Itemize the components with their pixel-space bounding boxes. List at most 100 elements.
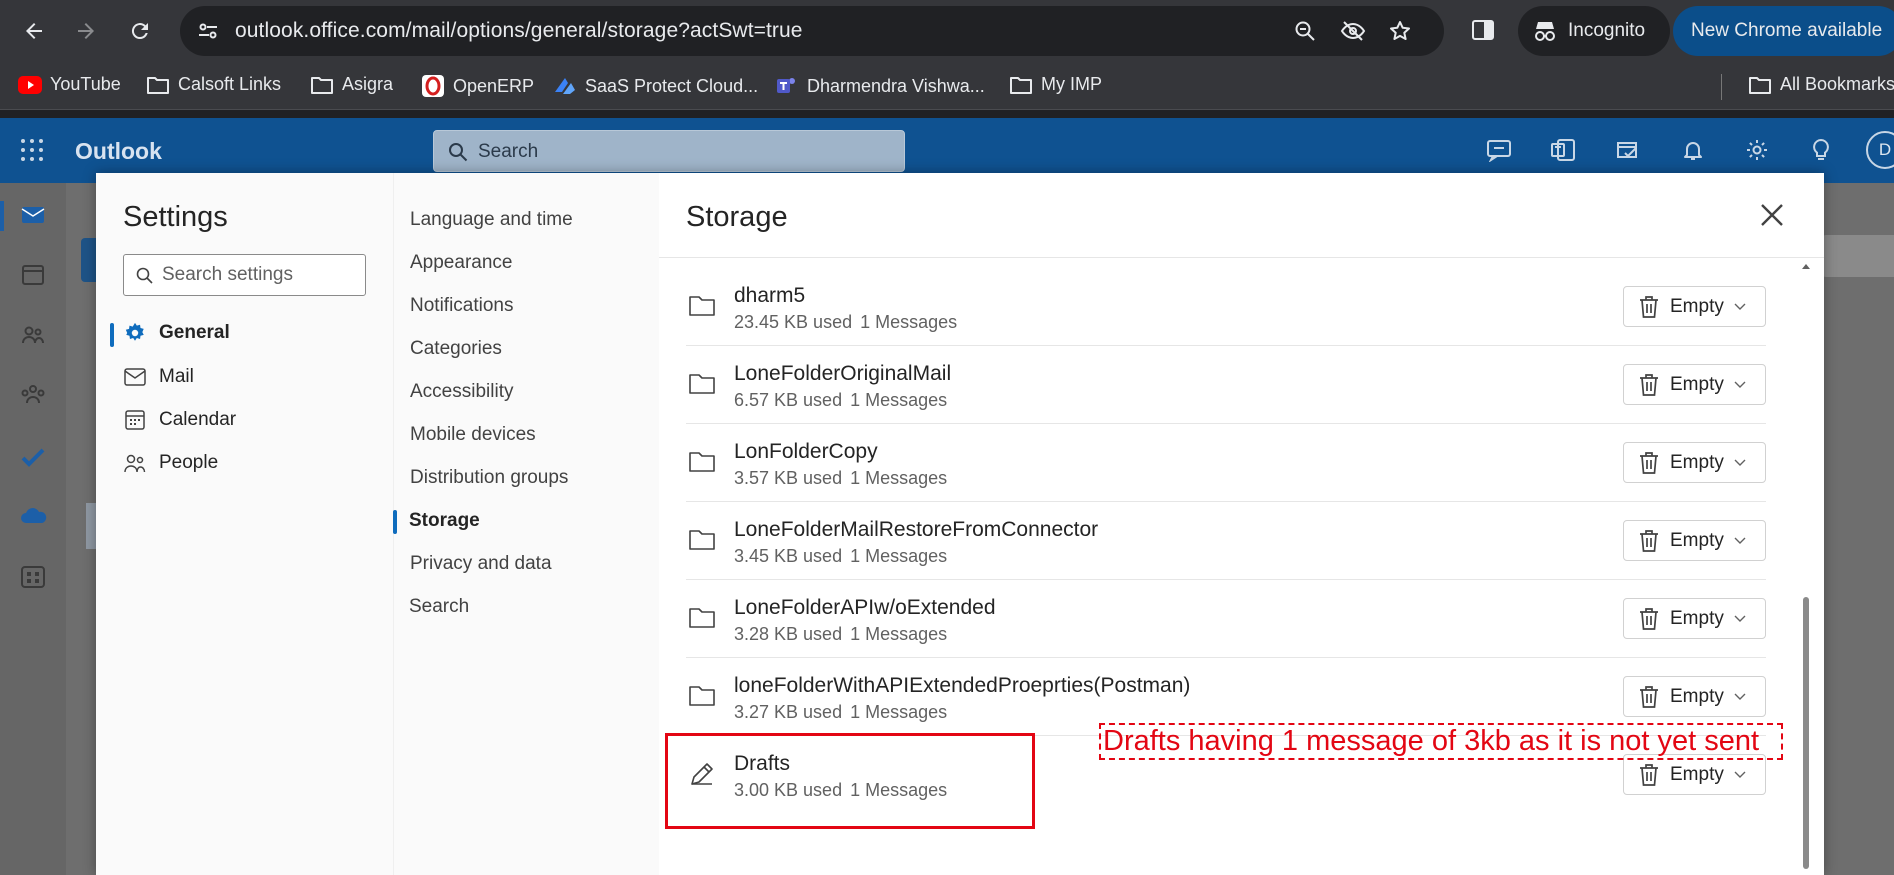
- nav-categories[interactable]: Categories: [410, 338, 502, 360]
- folder-name: loneFolderWithAPIExtendedProeprties(Post…: [734, 674, 1191, 697]
- new-chrome-available-button[interactable]: New Chrome available: [1673, 6, 1894, 56]
- outlook-search-box[interactable]: Search: [433, 130, 905, 172]
- folder-icon: [688, 684, 716, 708]
- nav-appearance[interactable]: Appearance: [410, 252, 512, 274]
- nav-mobile-devices[interactable]: Mobile devices: [410, 424, 536, 446]
- nav-privacy-and-data[interactable]: Privacy and data: [410, 553, 552, 575]
- nav-search[interactable]: Search: [409, 596, 469, 618]
- mail-icon[interactable]: [20, 203, 46, 227]
- folder-name: LonFolderCopy: [734, 440, 878, 463]
- folder-name: LoneFolderOriginalMail: [734, 362, 952, 385]
- site-info-icon[interactable]: [196, 19, 220, 43]
- incognito-badge[interactable]: Incognito: [1518, 6, 1670, 56]
- settings-categories-pane: Settings General Mail Calendar: [96, 173, 393, 875]
- nav-accessibility[interactable]: Accessibility: [410, 381, 513, 403]
- bookmark-openerp[interactable]: OpenERP: [421, 74, 534, 98]
- nav-language-and-time[interactable]: Language and time: [410, 209, 573, 231]
- avatar[interactable]: D: [1866, 131, 1894, 169]
- folder-icon: [147, 76, 169, 94]
- bookmark-calsoft-links[interactable]: Calsoft Links: [146, 74, 281, 95]
- folder-icon: [1749, 76, 1771, 94]
- browser-toolbar: outlook.office.com/mail/options/general/…: [0, 0, 1894, 62]
- gear-icon[interactable]: [1745, 138, 1769, 162]
- meet-now-icon[interactable]: [1486, 138, 1512, 162]
- chevron-down-icon: [1734, 771, 1746, 778]
- empty-folder-button[interactable]: Empty: [1623, 442, 1766, 483]
- to-do-check-icon[interactable]: [20, 445, 46, 469]
- bookmarks-bar: YouTube Calsoft Links Asigra OpenERP Saa…: [0, 62, 1894, 110]
- arrow-right-icon: [78, 23, 94, 39]
- category-label: People: [159, 452, 219, 473]
- folder-usage: 3.45 KB used 1 Messages: [734, 546, 948, 566]
- scroll-up-arrow-icon: [1802, 264, 1810, 269]
- zoom-icon[interactable]: [1293, 19, 1317, 43]
- bookmark-all-bookmarks[interactable]: All Bookmarks: [1748, 74, 1894, 95]
- empty-folder-button[interactable]: Empty: [1623, 286, 1766, 327]
- chevron-down-icon: [1734, 615, 1746, 622]
- forward-button[interactable]: [68, 13, 104, 49]
- nav-storage[interactable]: Storage: [409, 510, 480, 532]
- storage-scrollbar[interactable]: [1800, 261, 1812, 875]
- reload-button[interactable]: [122, 13, 158, 49]
- people-icon[interactable]: [20, 323, 46, 347]
- folder-usage: 23.45 KB used 1 Messages: [734, 312, 958, 332]
- chevron-down-icon: [1734, 459, 1746, 466]
- empty-folder-button[interactable]: Empty: [1623, 676, 1766, 717]
- trash-icon: [1640, 451, 1658, 474]
- category-active-indicator: [110, 323, 114, 347]
- trash-icon: [1640, 685, 1658, 708]
- outlook-search-placeholder: Search: [478, 141, 539, 162]
- side-panel-icon[interactable]: [1470, 17, 1496, 43]
- chevron-down-icon: [1734, 537, 1746, 544]
- outlook-brand[interactable]: Outlook: [75, 138, 162, 165]
- settings-search-box[interactable]: [123, 254, 366, 296]
- nav-distribution-groups[interactable]: Distribution groups: [410, 467, 568, 489]
- folder-name: dharm5: [734, 284, 806, 307]
- search-icon: [448, 142, 468, 162]
- more-apps-icon[interactable]: [20, 565, 46, 589]
- saas-protect-icon: [555, 78, 575, 94]
- empty-folder-button[interactable]: Empty: [1623, 754, 1766, 795]
- groups-icon[interactable]: [20, 383, 46, 407]
- empty-folder-button[interactable]: Empty: [1623, 364, 1766, 405]
- category-mail[interactable]: Mail: [123, 365, 194, 389]
- bookmark-youtube[interactable]: YouTube: [18, 74, 121, 95]
- calendar-icon[interactable]: [20, 263, 46, 287]
- category-people[interactable]: People: [123, 451, 218, 475]
- back-button[interactable]: [16, 13, 52, 49]
- bookmark-dharmendra[interactable]: Dharmendra Vishwa...: [775, 74, 985, 98]
- search-icon: [136, 267, 154, 285]
- url-text[interactable]: outlook.office.com/mail/options/general/…: [235, 19, 803, 43]
- teams-app-icon[interactable]: [1550, 138, 1576, 162]
- incognito-icon: [1535, 22, 1555, 41]
- to-do-icon[interactable]: [1615, 138, 1641, 162]
- settings-search-input[interactable]: [162, 263, 358, 287]
- folder-row-lonefolderapiwoextended: LoneFolderAPIw/oExtended 3.28 KB used 1 M…: [686, 580, 1766, 658]
- chevron-down-icon: [1734, 693, 1746, 700]
- bookmark-saas-protect[interactable]: SaaS Protect Cloud...: [553, 74, 758, 98]
- folder-usage: 3.57 KB used 1 Messages: [734, 468, 948, 488]
- address-bar[interactable]: outlook.office.com/mail/options/general/…: [180, 6, 1444, 56]
- chevron-down-icon: [1734, 303, 1746, 310]
- app-launcher-icon[interactable]: [20, 138, 44, 162]
- star-icon[interactable]: [1388, 19, 1412, 43]
- empty-folder-button[interactable]: Empty: [1623, 598, 1766, 639]
- bell-icon[interactable]: [1681, 138, 1705, 162]
- bookmark-my-imp[interactable]: My IMP: [1009, 74, 1102, 95]
- people-icon: [123, 451, 147, 475]
- folder-icon: [311, 76, 333, 94]
- onedrive-icon[interactable]: [20, 505, 48, 527]
- close-button[interactable]: [1756, 199, 1788, 231]
- scrollbar-thumb[interactable]: [1803, 597, 1809, 869]
- empty-folder-button[interactable]: Empty: [1623, 520, 1766, 561]
- category-label: Mail: [159, 366, 194, 387]
- category-calendar[interactable]: Calendar: [123, 408, 236, 432]
- folder-icon: [688, 528, 716, 552]
- bookmark-asigra[interactable]: Asigra: [310, 74, 393, 95]
- category-general[interactable]: General: [123, 321, 230, 345]
- openerp-icon: [422, 75, 444, 97]
- lightbulb-icon[interactable]: [1810, 138, 1832, 162]
- nav-notifications[interactable]: Notifications: [410, 295, 514, 317]
- folder-usage: 3.27 KB used 1 Messages: [734, 702, 948, 722]
- eye-off-icon[interactable]: [1340, 19, 1366, 43]
